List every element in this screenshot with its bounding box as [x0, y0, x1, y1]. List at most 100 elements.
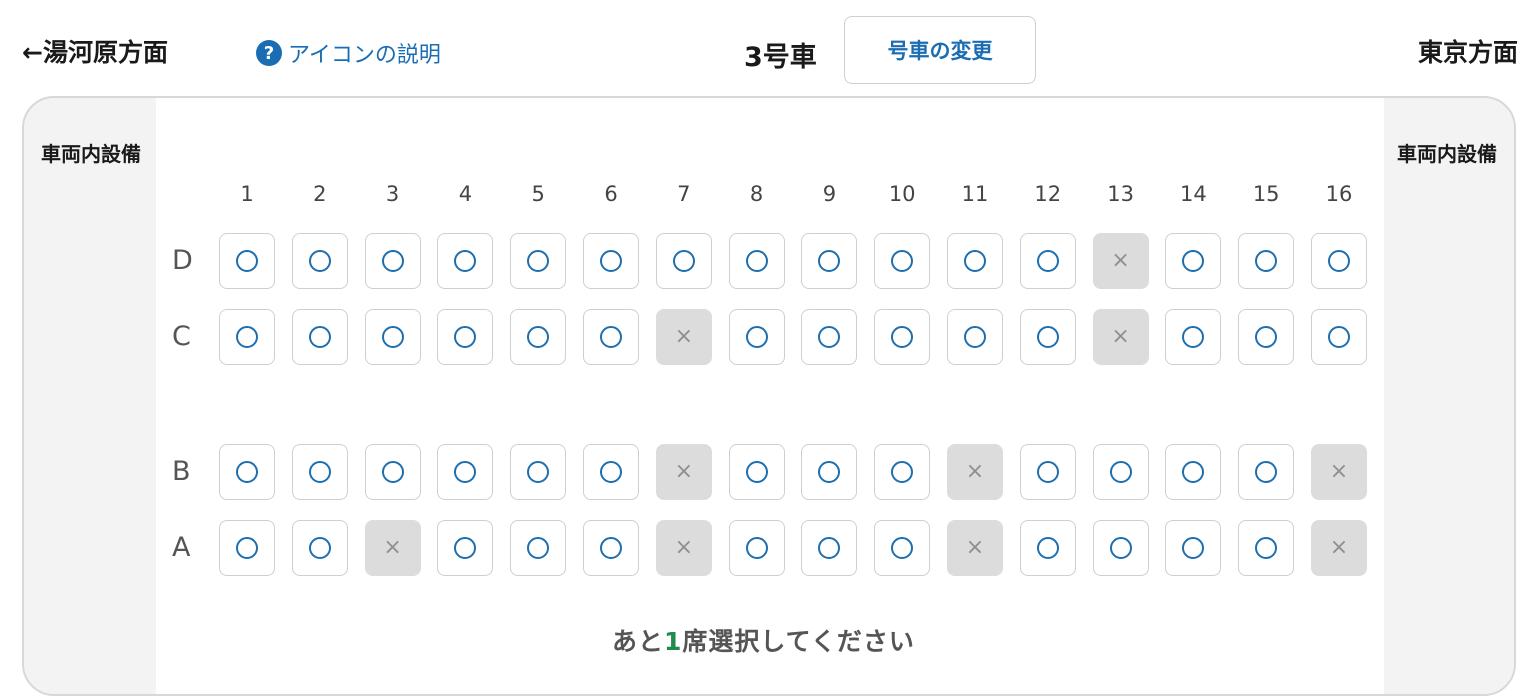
seat-C16[interactable]	[1311, 309, 1367, 365]
seat-D12[interactable]	[1019, 233, 1076, 289]
facility-left-button[interactable]: 車両内設備	[24, 134, 158, 174]
icon-help-label: アイコンの説明	[288, 43, 441, 68]
seat-B11: ×	[947, 444, 1003, 500]
seat-C4[interactable]	[437, 309, 494, 365]
available-seat-icon	[236, 326, 258, 348]
seat-B10[interactable]	[874, 444, 931, 500]
seat-D1[interactable]	[219, 233, 275, 289]
seat-A9[interactable]	[801, 520, 858, 576]
seat-D2[interactable]	[291, 233, 348, 289]
seat-C1[interactable]	[219, 309, 275, 365]
row-label: D	[172, 245, 193, 276]
column-number: 16	[1325, 182, 1353, 206]
seat-D16[interactable]	[1311, 233, 1367, 289]
facility-right-label: 車両内設備	[1397, 142, 1497, 166]
seat-C7: ×	[655, 309, 712, 365]
seat-D15[interactable]	[1238, 233, 1295, 289]
seat-D5[interactable]	[510, 233, 567, 289]
seat-B14[interactable]	[1165, 444, 1222, 500]
seat-C6[interactable]	[583, 309, 639, 365]
seat-B1[interactable]	[219, 444, 275, 500]
car-number: 3号車	[744, 42, 817, 73]
seat-B6[interactable]	[583, 444, 639, 500]
seat-C12[interactable]	[1019, 309, 1076, 365]
seat-A15[interactable]	[1238, 520, 1295, 576]
seat-C14[interactable]	[1165, 309, 1222, 365]
seat-C15[interactable]	[1238, 309, 1295, 365]
column-number: 4	[458, 182, 473, 206]
seat-B5[interactable]	[510, 444, 567, 500]
seat-B3[interactable]	[364, 444, 421, 500]
available-seat-icon	[672, 250, 695, 272]
seat-D11[interactable]	[947, 233, 1003, 289]
seat-D4[interactable]	[437, 233, 494, 289]
unavailable-seat-icon: ×	[1111, 324, 1130, 349]
seat-D8[interactable]	[728, 233, 785, 289]
seat-C8[interactable]	[728, 309, 785, 365]
available-seat-icon	[745, 461, 768, 483]
seat-A4[interactable]	[437, 520, 494, 576]
available-seat-icon	[1109, 537, 1132, 559]
seat-C10[interactable]	[874, 309, 931, 365]
seat-B2[interactable]	[291, 444, 348, 500]
facility-right-button[interactable]: 車両内設備	[1380, 134, 1514, 174]
unavailable-seat-icon: ×	[674, 324, 694, 349]
seat-B16: ×	[1311, 444, 1367, 500]
seat-B4[interactable]	[437, 444, 494, 500]
unavailable-seat-icon: ×	[1329, 535, 1349, 560]
seat-B15[interactable]	[1238, 444, 1295, 500]
seat-A10[interactable]	[874, 520, 931, 576]
seat-B7: ×	[655, 444, 712, 500]
change-car-button[interactable]: 号車の変更	[844, 16, 1036, 84]
seat-A14[interactable]	[1165, 520, 1222, 576]
seat-A6[interactable]	[583, 520, 639, 576]
available-seat-icon	[527, 461, 550, 483]
seat-D6[interactable]	[583, 233, 639, 289]
available-seat-icon	[308, 250, 331, 272]
seat-A2[interactable]	[291, 520, 348, 576]
available-seat-icon	[454, 537, 477, 559]
available-seat-icon	[745, 326, 768, 348]
seat-A7: ×	[655, 520, 712, 576]
icon-help-link[interactable]: ? アイコンの説明	[256, 37, 441, 69]
seat-C9[interactable]	[801, 309, 858, 365]
seat-D10[interactable]	[874, 233, 931, 289]
selection-message-prefix: あと	[612, 627, 665, 656]
seat-B9[interactable]	[801, 444, 858, 500]
seat-B8[interactable]	[728, 444, 785, 500]
seat-A5[interactable]	[510, 520, 567, 576]
seat-D14[interactable]	[1165, 233, 1222, 289]
seat-D9[interactable]	[801, 233, 858, 289]
available-seat-icon	[1036, 461, 1059, 483]
available-seat-icon	[1255, 326, 1278, 348]
seat-A13[interactable]	[1092, 520, 1149, 576]
seat-C5[interactable]	[510, 309, 567, 365]
available-seat-icon	[891, 250, 914, 272]
seat-C2[interactable]	[291, 309, 348, 365]
available-seat-icon	[600, 326, 622, 348]
available-seat-icon	[308, 326, 331, 348]
available-seat-icon	[308, 537, 331, 559]
column-number: 11	[961, 182, 989, 206]
seat-A8[interactable]	[728, 520, 785, 576]
available-seat-icon	[818, 326, 841, 348]
available-seat-icon	[818, 461, 841, 483]
seat-C3[interactable]	[364, 309, 421, 365]
available-seat-icon	[236, 250, 258, 272]
seat-D7[interactable]	[655, 233, 712, 289]
seat-A1[interactable]	[219, 520, 275, 576]
seat-A12[interactable]	[1019, 520, 1076, 576]
column-number: 8	[749, 182, 764, 206]
available-seat-icon	[236, 461, 258, 483]
seat-D3[interactable]	[364, 233, 421, 289]
available-seat-icon	[1036, 326, 1059, 348]
column-number: 14	[1180, 182, 1207, 206]
available-seat-icon	[745, 250, 768, 272]
unavailable-seat-icon: ×	[965, 459, 985, 484]
available-seat-icon	[818, 537, 841, 559]
seat-C11[interactable]	[947, 309, 1003, 365]
seat-B12[interactable]	[1019, 444, 1076, 500]
seat-B13[interactable]	[1092, 444, 1149, 500]
available-seat-icon	[600, 250, 622, 272]
available-seat-icon	[527, 250, 550, 272]
